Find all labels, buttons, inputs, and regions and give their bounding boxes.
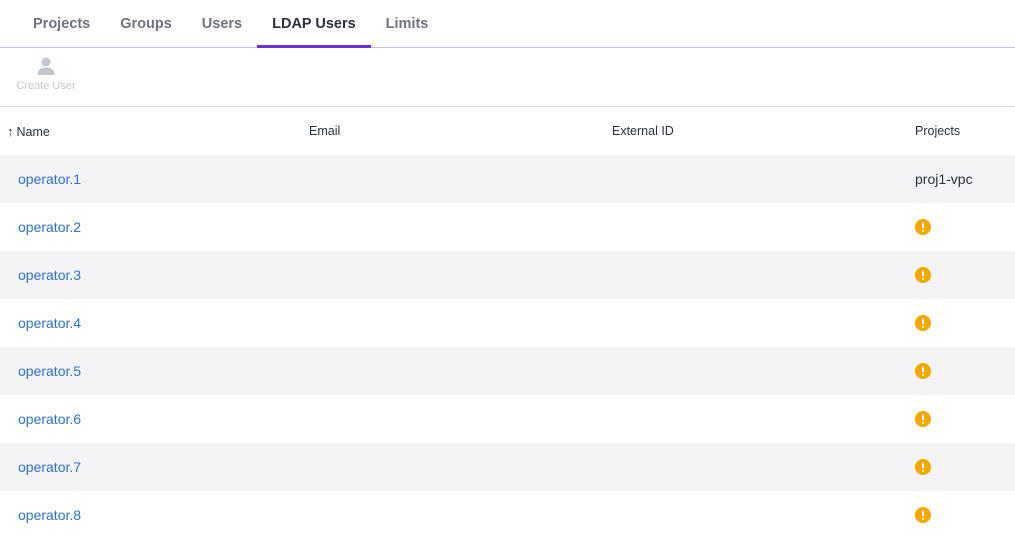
cell-projects <box>908 395 1015 443</box>
cell-email <box>302 251 605 299</box>
cell-name: operator.6 <box>0 395 302 443</box>
warning-icon[interactable] <box>915 267 931 283</box>
table-row: operator.2 <box>0 203 1015 251</box>
table-row: operator.6 <box>0 395 1015 443</box>
user-name-link[interactable]: operator.5 <box>18 363 81 379</box>
tab-users[interactable]: Users <box>187 0 257 48</box>
cell-external-id <box>605 203 908 251</box>
tab-bar: Projects Groups Users LDAP Users Limits <box>0 0 1015 48</box>
user-name-link[interactable]: operator.6 <box>18 411 81 427</box>
cell-name: operator.3 <box>0 251 302 299</box>
toolbar: Create User <box>0 48 1015 107</box>
cell-external-id <box>605 155 908 203</box>
table-row: operator.8 <box>0 491 1015 538</box>
tab-groups[interactable]: Groups <box>105 0 187 48</box>
column-header-external-id[interactable]: External ID <box>605 107 908 155</box>
warning-icon[interactable] <box>915 363 931 379</box>
cell-email <box>302 299 605 347</box>
user-icon <box>37 57 55 75</box>
create-user-button[interactable]: Create User <box>10 56 82 100</box>
cell-name: operator.1 <box>0 155 302 203</box>
tab-limits[interactable]: Limits <box>371 0 444 48</box>
tab-ldap-users[interactable]: LDAP Users <box>257 0 371 48</box>
tab-projects[interactable]: Projects <box>18 0 105 48</box>
cell-projects <box>908 443 1015 491</box>
cell-name: operator.2 <box>0 203 302 251</box>
user-name-link[interactable]: operator.3 <box>18 267 81 283</box>
cell-email <box>302 491 605 538</box>
project-name: proj1-vpc <box>915 171 973 187</box>
table-row: operator.7 <box>0 443 1015 491</box>
user-name-link[interactable]: operator.1 <box>18 171 81 187</box>
cell-projects <box>908 347 1015 395</box>
table-row: operator.4 <box>0 299 1015 347</box>
column-header-name-label: Name <box>16 124 50 139</box>
table-row: operator.3 <box>0 251 1015 299</box>
cell-name: operator.4 <box>0 299 302 347</box>
cell-external-id <box>605 299 908 347</box>
user-name-link[interactable]: operator.4 <box>18 315 81 331</box>
ldap-users-table: ↑ Name Email External ID Projects operato… <box>0 107 1015 538</box>
column-header-projects[interactable]: Projects <box>908 107 1015 155</box>
sort-ascending-icon: ↑ <box>7 123 14 139</box>
user-name-link[interactable]: operator.2 <box>18 219 81 235</box>
cell-projects <box>908 203 1015 251</box>
warning-icon[interactable] <box>915 507 931 523</box>
warning-icon[interactable] <box>915 315 931 331</box>
warning-icon[interactable] <box>915 411 931 427</box>
cell-external-id <box>605 395 908 443</box>
user-name-link[interactable]: operator.8 <box>18 507 81 523</box>
user-name-link[interactable]: operator.7 <box>18 459 81 475</box>
warning-icon[interactable] <box>915 219 931 235</box>
table-header-row: ↑ Name Email External ID Projects <box>0 107 1015 155</box>
create-user-label: Create User <box>16 80 76 92</box>
table-row: operator.5 <box>0 347 1015 395</box>
cell-email <box>302 347 605 395</box>
cell-email <box>302 443 605 491</box>
column-header-email[interactable]: Email <box>302 107 605 155</box>
cell-external-id <box>605 347 908 395</box>
cell-email <box>302 155 605 203</box>
column-header-name[interactable]: ↑ Name <box>0 107 302 155</box>
cell-projects <box>908 299 1015 347</box>
cell-external-id <box>605 251 908 299</box>
cell-projects <box>908 251 1015 299</box>
cell-name: operator.8 <box>0 491 302 538</box>
cell-email <box>302 395 605 443</box>
table-row: operator.1 proj1-vpc <box>0 155 1015 203</box>
cell-name: operator.5 <box>0 347 302 395</box>
cell-external-id <box>605 491 908 538</box>
cell-external-id <box>605 443 908 491</box>
cell-email <box>302 203 605 251</box>
cell-projects <box>908 491 1015 538</box>
warning-icon[interactable] <box>915 459 931 475</box>
cell-projects: proj1-vpc <box>908 155 1015 203</box>
cell-name: operator.7 <box>0 443 302 491</box>
